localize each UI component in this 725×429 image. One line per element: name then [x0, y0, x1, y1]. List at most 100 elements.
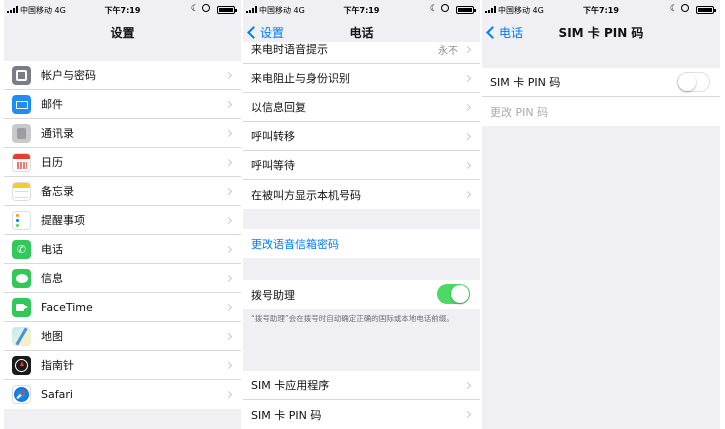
respond-with-text-row[interactable]: 以信息回复: [243, 93, 480, 122]
settings-item-label: 指南针: [41, 359, 74, 372]
alarm-icon: [202, 4, 210, 12]
compass-icon: [12, 356, 31, 375]
chevron-right-icon: [224, 71, 233, 80]
chevron-right-icon: [463, 410, 472, 419]
settings-item-label: Safari: [41, 388, 73, 401]
status-bar: 中国移动 4G 下午7:19 ☾: [482, 0, 720, 20]
settings-item-label: 电话: [41, 243, 63, 256]
phone-icon: ✆: [12, 240, 31, 259]
chevron-right-icon: [224, 332, 233, 341]
sim-pin-group: SIM 卡 PIN 码 更改 PIN 码: [482, 68, 720, 126]
settings-screen: 中国移动 4G 下午7:19 ☾ 设置 帐户与密码 邮件 通讯录 日历 备忘录 …: [4, 0, 241, 429]
show-caller-id-row[interactable]: 在被叫方显示本机号码: [243, 180, 480, 209]
battery-icon: [217, 6, 237, 14]
settings-item-mail[interactable]: 邮件: [4, 90, 241, 119]
sim-applications-row[interactable]: SIM 卡应用程序: [243, 371, 480, 400]
nav-bar: 设置: [4, 20, 241, 44]
chevron-right-icon: [463, 74, 472, 83]
sim-pin-toggle[interactable]: [677, 72, 710, 92]
chevron-right-icon: [463, 381, 472, 390]
dial-assist-row: 拨号助理: [243, 280, 480, 309]
settings-item-label: 日历: [41, 156, 63, 169]
do-not-disturb-icon: ☾: [669, 4, 678, 14]
row-label: 呼叫转移: [251, 130, 295, 143]
sim-group: SIM 卡应用程序 SIM 卡 PIN 码: [243, 371, 480, 429]
row-label: SIM 卡应用程序: [251, 379, 330, 392]
settings-item-label: FaceTime: [41, 300, 93, 314]
settings-item-compass[interactable]: 指南针: [4, 351, 241, 380]
settings-item-facetime[interactable]: FaceTime: [4, 293, 241, 322]
chevron-right-icon: [224, 361, 233, 370]
battery-icon: [456, 6, 476, 14]
voicemail-group: 更改语音信箱密码: [243, 229, 480, 258]
row-label: 更改语音信箱密码: [251, 237, 339, 251]
accounts-icon: [12, 66, 31, 85]
settings-item-accounts[interactable]: 帐户与密码: [4, 61, 241, 90]
alarm-icon: [681, 4, 689, 12]
settings-item-phone[interactable]: ✆ 电话: [4, 235, 241, 264]
row-label: 更改 PIN 码: [490, 105, 549, 119]
contacts-icon: [12, 124, 31, 143]
call-waiting-row[interactable]: 呼叫等待: [243, 151, 480, 180]
row-label: 在被叫方显示本机号码: [251, 188, 361, 202]
settings-item-reminders[interactable]: 提醒事项: [4, 206, 241, 235]
page-title: 电话: [349, 26, 374, 40]
row-label: SIM 卡 PIN 码: [251, 408, 322, 422]
chevron-right-icon: [463, 45, 472, 54]
status-bar: 中国移动 4G 下午7:19 ☾: [4, 0, 241, 20]
settings-item-safari[interactable]: Safari: [4, 380, 241, 409]
battery-icon: [696, 6, 716, 14]
mail-icon: [12, 95, 31, 114]
settings-item-calendar[interactable]: 日历: [4, 148, 241, 177]
settings-item-contacts[interactable]: 通讯录: [4, 119, 241, 148]
notes-icon: [12, 182, 31, 201]
chevron-right-icon: [463, 103, 472, 112]
settings-item-notes[interactable]: 备忘录: [4, 177, 241, 206]
phone-settings-screen: 来电时语音提示 永不 来电阻止与身份识别 以信息回复 呼叫转移 呼叫等待 在被叫…: [243, 0, 480, 429]
settings-item-label: 信息: [41, 272, 63, 285]
chevron-right-icon: [224, 303, 233, 312]
maps-icon: [12, 327, 31, 346]
calendar-icon: [12, 153, 31, 172]
chevron-right-icon: [463, 132, 472, 141]
settings-item-label: 备忘录: [41, 185, 74, 198]
row-label: 来电阻止与身份识别: [251, 72, 350, 85]
chevron-right-icon: [224, 245, 233, 254]
sim-pin-toggle-row: SIM 卡 PIN 码: [482, 68, 720, 97]
page-title: 设置: [110, 26, 135, 40]
settings-list: 帐户与密码 邮件 通讯录 日历 备忘录 提醒事项 ✆ 电话 信息 FaceTim…: [4, 61, 241, 409]
change-pin-row: 更改 PIN 码: [482, 97, 720, 126]
settings-item-label: 地图: [41, 330, 63, 343]
row-label: 来电时语音提示: [251, 43, 328, 56]
chevron-right-icon: [463, 190, 472, 199]
do-not-disturb-icon: ☾: [190, 4, 199, 14]
settings-item-label: 邮件: [41, 98, 63, 111]
messages-icon: [12, 269, 31, 288]
nav-bar: 电话 SIM 卡 PIN 码: [482, 20, 720, 44]
dial-assist-toggle[interactable]: [437, 284, 470, 304]
settings-item-label: 提醒事项: [41, 214, 85, 227]
reminders-icon: [12, 211, 31, 230]
call-forwarding-row[interactable]: 呼叫转移: [243, 122, 480, 151]
dial-assist-group: 拨号助理: [243, 280, 480, 309]
change-voicemail-password-link[interactable]: 更改语音信箱密码: [243, 229, 480, 258]
nav-bar: 设置 电话: [243, 20, 480, 42]
sim-pin-row[interactable]: SIM 卡 PIN 码: [243, 400, 480, 429]
page-title: SIM 卡 PIN 码: [558, 26, 644, 40]
settings-item-messages[interactable]: 信息: [4, 264, 241, 293]
facetime-icon: [12, 298, 31, 317]
row-label: 以信息回复: [251, 101, 306, 114]
chevron-right-icon: [224, 100, 233, 109]
chevron-right-icon: [463, 161, 472, 170]
phone-call-options: 来电时语音提示 永不 来电阻止与身份识别 以信息回复 呼叫转移 呼叫等待 在被叫…: [243, 35, 480, 209]
alarm-icon: [441, 4, 449, 12]
call-blocking-row[interactable]: 来电阻止与身份识别: [243, 64, 480, 93]
chevron-right-icon: [224, 158, 233, 167]
row-value: 永不: [438, 45, 458, 57]
safari-icon: [12, 385, 31, 404]
row-label: 拨号助理: [251, 288, 295, 302]
chevron-right-icon: [224, 216, 233, 225]
chevron-right-icon: [224, 390, 233, 399]
chevron-right-icon: [224, 274, 233, 283]
settings-item-maps[interactable]: 地图: [4, 322, 241, 351]
